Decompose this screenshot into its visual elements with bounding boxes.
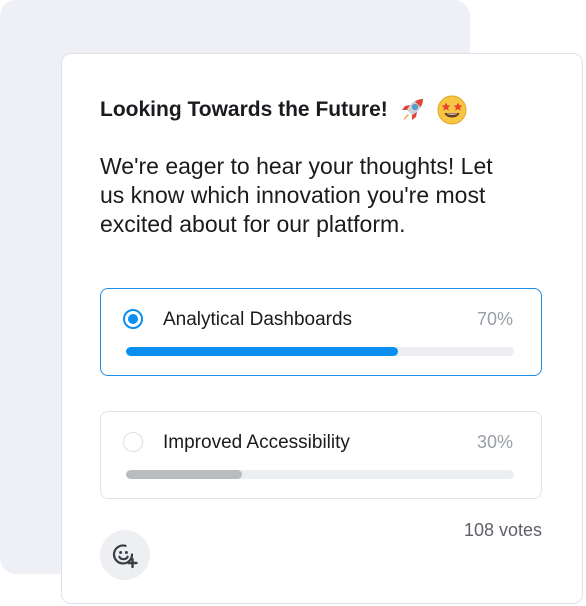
option-percent: 70% <box>476 309 513 329</box>
progress-track <box>126 470 514 479</box>
poll-title-row: Looking Towards the Future! <box>100 94 468 126</box>
poll-title: Looking Towards the Future! <box>100 98 388 121</box>
progress-fill <box>126 347 398 356</box>
add-reaction-button[interactable] <box>100 530 150 580</box>
poll-card: Looking Towards the Future! We're eager … <box>61 53 583 604</box>
option-label: Analytical Dashboards <box>163 309 353 330</box>
poll-option-analytical-dashboards[interactable]: Analytical Dashboards 70% <box>100 288 542 376</box>
add-reaction-icon <box>112 544 138 569</box>
option-label: Improved Accessibility <box>163 432 350 453</box>
radio-unselected[interactable] <box>123 432 143 452</box>
progress-fill <box>126 470 243 479</box>
option-percent: 30% <box>476 432 513 452</box>
poll-option-improved-accessibility[interactable]: Improved Accessibility 30% <box>100 411 542 499</box>
vote-count: 108 votes <box>463 520 542 540</box>
progress-track <box>126 347 514 356</box>
poll-question: We're eager to hear your thoughts! Let u… <box>100 153 493 237</box>
rocket-icon <box>401 99 423 121</box>
star-struck-face-icon <box>437 95 467 125</box>
radio-selected[interactable] <box>123 309 143 329</box>
